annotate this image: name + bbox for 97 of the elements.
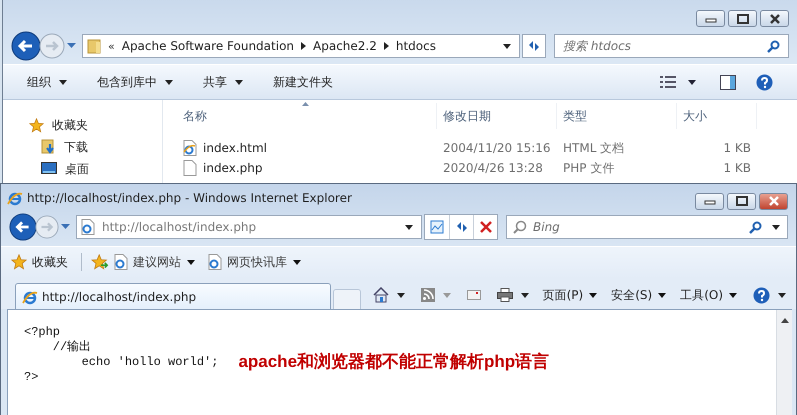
address-bar[interactable]: « Apache Software Foundation Apache2.2 htdocs: [82, 34, 520, 58]
refresh-button[interactable]: [522, 34, 546, 58]
ie-logo-icon: [7, 190, 23, 206]
dropdown-arrow-icon[interactable]: [396, 292, 405, 298]
command-menu-button[interactable]: 安全(S): [611, 286, 666, 304]
address-field[interactable]: http://localhost/index.php: [76, 215, 422, 239]
toolbar-menu-button[interactable]: 新建文件夹: [273, 74, 333, 90]
close-button[interactable]: [759, 192, 788, 210]
maximize-button[interactable]: [727, 192, 756, 210]
toolbar-menu-button[interactable]: 共享: [203, 74, 243, 90]
close-icon: [768, 14, 780, 24]
star-icon[interactable]: [11, 254, 27, 270]
code-line: ?>: [24, 370, 38, 384]
mail-icon[interactable]: [466, 290, 481, 300]
chevron-right-icon[interactable]: [301, 42, 306, 50]
column-header[interactable]: 类型: [557, 103, 677, 129]
refresh-icon: [454, 220, 468, 234]
file-date: 2020/4/26 13:28: [442, 161, 544, 175]
caret-icon: [658, 292, 666, 298]
caret-icon: [729, 292, 737, 298]
dropdown-arrow-icon[interactable]: [503, 44, 511, 48]
add-favorite-icon[interactable]: [91, 254, 109, 270]
maximize-icon: [736, 14, 748, 24]
dropdown-arrow-icon: [405, 224, 413, 230]
breadcrumb-item[interactable]: htdocs: [396, 39, 436, 53]
stop-icon: [480, 221, 492, 233]
breadcrumb-item[interactable]: Apache2.2: [313, 39, 377, 53]
folder-icon: [87, 38, 101, 54]
code-line: //输出: [52, 339, 92, 355]
help-icon[interactable]: [753, 286, 770, 304]
file-icon: [183, 160, 197, 176]
command-menu-button[interactable]: 工具(O): [680, 286, 737, 304]
maximize-icon: [736, 196, 748, 206]
file-type: HTML 文档: [562, 140, 626, 156]
code-line: echo 'hollo world';: [80, 354, 218, 368]
search-field[interactable]: 搜索 htdocs: [554, 34, 789, 58]
file-size: 1 KB: [722, 141, 752, 155]
sidebar-item[interactable]: 下载: [64, 138, 88, 156]
close-button[interactable]: [760, 10, 789, 27]
scrollbar[interactable]: [776, 310, 792, 415]
caret-icon: [59, 80, 67, 84]
code-line: <?php: [24, 324, 60, 338]
annotation-text: apache和浏览器都不能正常解析php语言: [238, 351, 550, 373]
favorites-link[interactable]: 建议网站: [133, 254, 195, 270]
preview-pane-icon[interactable]: [720, 74, 736, 90]
window-title: http://localhost/index.php - Windows Internet Explorer: [27, 191, 352, 205]
caret-icon: [235, 80, 243, 84]
sort-arrow-icon: [302, 102, 309, 106]
column-header[interactable]: 名称: [163, 103, 437, 129]
refresh-icon: [527, 39, 541, 53]
view-list-icon[interactable]: [660, 76, 676, 88]
search-icon[interactable]: [749, 221, 762, 234]
chevron-right-icon[interactable]: [384, 42, 389, 50]
printer-icon[interactable]: [496, 288, 513, 302]
scroll-up-arrow-icon[interactable]: [780, 318, 788, 323]
star-icon: [29, 118, 44, 132]
dropdown-arrow-icon[interactable]: [778, 292, 786, 298]
dropdown-arrow-icon[interactable]: [772, 225, 780, 230]
toolbar-menu-button[interactable]: 组织: [27, 74, 67, 90]
toolbar-menu-button[interactable]: 包含到库中: [97, 74, 173, 90]
column-header[interactable]: 修改日期: [437, 103, 557, 129]
caret-icon: [293, 260, 301, 264]
minimize-button[interactable]: [696, 10, 725, 27]
close-icon: [768, 196, 780, 206]
file-type: PHP 文件: [562, 160, 616, 176]
breadcrumb-item[interactable]: Apache Software Foundation: [122, 39, 294, 53]
caret-icon: [589, 292, 598, 298]
caret-icon: [165, 80, 173, 84]
caret-icon: [187, 260, 195, 264]
sidebar-item[interactable]: 桌面: [65, 160, 89, 178]
page-icon: [81, 219, 95, 235]
download-folder-icon: [41, 139, 56, 155]
desktop-icon: [41, 162, 57, 176]
file-date: 2004/11/20 15:16: [442, 141, 552, 155]
favorites-link[interactable]: 网页快讯库: [227, 254, 301, 270]
help-icon[interactable]: [756, 74, 773, 90]
magnifier-icon: [513, 220, 527, 234]
page-icon: [114, 254, 128, 270]
maximize-button[interactable]: [728, 10, 757, 27]
minimize-button[interactable]: [695, 192, 724, 210]
file-size: 1 KB: [722, 161, 752, 175]
home-icon[interactable]: [372, 287, 389, 303]
rss-feed-icon[interactable]: [420, 288, 435, 302]
file-name[interactable]: index.html: [203, 141, 267, 155]
search-icon[interactable]: [767, 40, 780, 53]
page-icon: [208, 254, 222, 270]
column-header[interactable]: 大小: [677, 103, 757, 129]
breadcrumb-overflow[interactable]: «: [108, 40, 115, 52]
dropdown-arrow-icon[interactable]: [520, 292, 529, 298]
sidebar-item[interactable]: 收藏夹: [52, 116, 88, 134]
command-menu-button[interactable]: 页面(P): [542, 286, 598, 304]
search-field[interactable]: Bing: [506, 215, 788, 239]
browser-tab[interactable]: http://localhost/index.php: [15, 283, 331, 309]
dropdown-arrow-icon[interactable]: [688, 80, 696, 84]
file-name[interactable]: index.php: [203, 161, 262, 175]
ie-document-icon: [183, 140, 197, 156]
favorites-button[interactable]: 收藏夹: [32, 254, 68, 270]
